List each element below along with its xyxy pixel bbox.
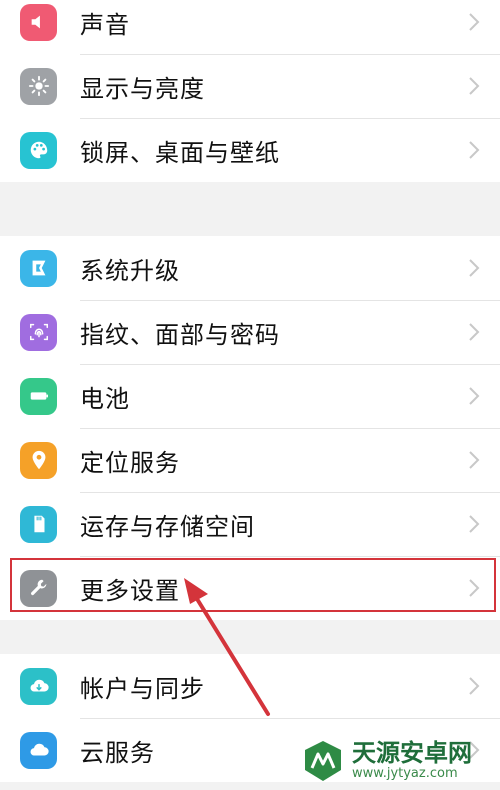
watermark-title: 天源安卓网 bbox=[352, 739, 472, 767]
settings-item-system-update[interactable]: 系统升级 bbox=[0, 236, 500, 300]
settings-group-system: 系统升级 指纹、面部与密码 电池 定位服务 运存与存储空间 更多设置 bbox=[0, 236, 500, 620]
watermark-url: www.jytyaz.com bbox=[352, 766, 458, 781]
chevron-right-icon bbox=[469, 323, 480, 341]
settings-item-label: 指纹、面部与密码 bbox=[80, 320, 280, 349]
chevron-right-icon bbox=[469, 141, 480, 159]
system-update-icon bbox=[20, 249, 57, 287]
settings-item-label: 系统升级 bbox=[80, 256, 180, 285]
settings-item-label: 显示与亮度 bbox=[80, 74, 205, 103]
chevron-right-icon bbox=[469, 677, 480, 695]
chevron-right-icon bbox=[469, 451, 480, 469]
settings-item-fingerprint-face-password[interactable]: 指纹、面部与密码 bbox=[0, 300, 500, 364]
brightness-icon bbox=[20, 67, 57, 105]
settings-item-label: 定位服务 bbox=[80, 448, 180, 477]
settings-item-memory-storage[interactable]: 运存与存储空间 bbox=[0, 492, 500, 556]
fingerprint-icon bbox=[20, 313, 57, 351]
settings-item-label: 云服务 bbox=[80, 738, 155, 767]
chevron-right-icon bbox=[469, 77, 480, 95]
settings-item-lockscreen-wallpaper[interactable]: 锁屏、桌面与壁纸 bbox=[0, 118, 500, 182]
settings-item-label: 声音 bbox=[80, 10, 130, 39]
settings-item-label: 运存与存储空间 bbox=[80, 512, 255, 541]
chevron-right-icon bbox=[469, 387, 480, 405]
chevron-right-icon bbox=[469, 259, 480, 277]
watermark: 天源安卓网 www.jytyaz.com bbox=[300, 736, 496, 786]
settings-item-display-brightness[interactable]: 显示与亮度 bbox=[0, 54, 500, 118]
chevron-right-icon bbox=[469, 579, 480, 597]
settings-item-label: 电池 bbox=[80, 384, 130, 413]
cloud-icon bbox=[20, 731, 57, 769]
battery-icon bbox=[20, 377, 57, 415]
chevron-right-icon bbox=[469, 13, 480, 31]
settings-item-sound[interactable]: 声音 bbox=[0, 0, 500, 54]
chevron-right-icon bbox=[469, 515, 480, 533]
settings-item-label: 帐户与同步 bbox=[80, 674, 205, 703]
storage-icon bbox=[20, 505, 57, 543]
location-icon bbox=[20, 441, 57, 479]
settings-item-more-settings[interactable]: 更多设置 bbox=[0, 556, 500, 620]
account-sync-icon bbox=[20, 667, 57, 705]
settings-item-account-sync[interactable]: 帐户与同步 bbox=[0, 654, 500, 718]
palette-icon bbox=[20, 131, 57, 169]
settings-item-battery[interactable]: 电池 bbox=[0, 364, 500, 428]
wrench-icon bbox=[20, 569, 57, 607]
settings-item-location[interactable]: 定位服务 bbox=[0, 428, 500, 492]
watermark-logo-icon bbox=[305, 741, 341, 781]
settings-group-display: 声音 显示与亮度 锁屏、桌面与壁纸 bbox=[0, 0, 500, 182]
sound-icon bbox=[20, 3, 57, 41]
settings-item-label: 锁屏、桌面与壁纸 bbox=[80, 138, 280, 167]
settings-item-label: 更多设置 bbox=[80, 576, 180, 605]
